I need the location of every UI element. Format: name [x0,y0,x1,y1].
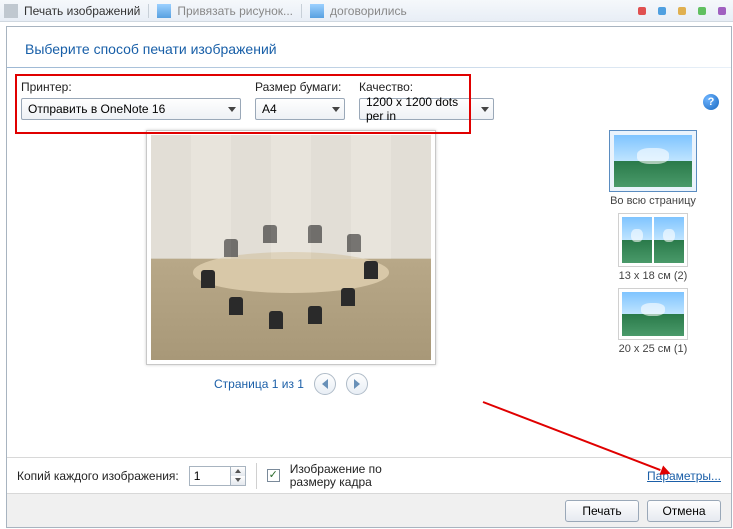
print-button[interactable]: Печать [565,500,639,522]
tab-thumb-icon [157,4,171,18]
paper-combo[interactable]: A4 [255,98,345,120]
options-link[interactable]: Параметры... [647,469,721,483]
window-title: Печать изображений [24,4,140,18]
printer-value: Отправить в OneNote 16 [28,102,165,116]
window-titlebar: Печать изображений Привязать рисунок... … [0,0,733,22]
decor-dot [638,7,646,15]
fit-frame-checkbox[interactable]: ✓ [267,469,280,482]
paper-value: A4 [262,102,277,116]
chevron-down-icon [235,478,241,482]
quality-combo[interactable]: 1200 x 1200 dots per in [359,98,494,120]
paper-label: Размер бумаги: [255,80,345,94]
tab-text: Привязать рисунок... [177,4,293,18]
print-dialog: Выберите способ печати изображений Принт… [6,26,732,528]
divider [148,4,149,18]
preview-image [151,135,431,360]
chevron-down-icon [481,107,489,112]
divider [301,4,302,18]
preview-column: Страница 1 из 1 [7,126,575,416]
layout-label: Во всю страницу [610,195,696,207]
layout-13x18[interactable]: 13 x 18 см (2) [618,213,688,282]
chevron-right-icon [354,379,360,389]
fit-frame-label: Изображение по размеру кадра [290,463,382,489]
help-icon[interactable]: ? [703,94,719,110]
chevron-down-icon [228,107,236,112]
pager: Страница 1 из 1 [214,373,368,395]
next-page-button[interactable] [346,373,368,395]
divider [7,67,731,68]
layout-full-page[interactable]: Во всю страницу [609,130,697,207]
layout-label: 13 x 18 см (2) [619,270,688,282]
copies-label: Копий каждого изображения: [17,469,179,483]
options-row: Копий каждого изображения: ✓ Изображение… [7,457,731,493]
dialog-footer: Печать Отмена [7,493,731,527]
copies-down-button[interactable] [230,476,245,485]
decor-dot [718,7,726,15]
divider [256,463,257,489]
layout-20x25[interactable]: 20 x 25 см (1) [618,288,688,355]
main-area: Страница 1 из 1 Во всю страницу 13 x 18 … [7,126,731,416]
chevron-down-icon [332,107,340,112]
app-icon [4,4,18,18]
copies-up-button[interactable] [230,467,245,476]
printer-label: Принтер: [21,80,241,94]
dialog-heading: Выберите способ печати изображений [7,27,731,67]
cancel-button[interactable]: Отмена [647,500,721,522]
quality-value: 1200 x 1200 dots per in [366,95,475,123]
page-indicator: Страница 1 из 1 [214,377,304,391]
layouts-column: Во всю страницу 13 x 18 см (2) 20 x 25 с… [575,126,731,416]
chevron-left-icon [322,379,328,389]
copies-stepper[interactable] [189,466,246,486]
copies-input[interactable] [190,467,230,485]
prev-page-button[interactable] [314,373,336,395]
printer-combo[interactable]: Отправить в OneNote 16 [21,98,241,120]
chevron-up-icon [235,469,241,473]
tab-text: договорились [330,4,407,18]
tab-thumb-icon [310,4,324,18]
decor-dot [658,7,666,15]
decor-dot [678,7,686,15]
quality-label: Качество: [359,80,479,94]
settings-row: Принтер: Отправить в OneNote 16 Размер б… [7,76,731,126]
decor-dot [698,7,706,15]
preview-frame [146,130,436,365]
layout-label: 20 x 25 см (1) [619,343,688,355]
